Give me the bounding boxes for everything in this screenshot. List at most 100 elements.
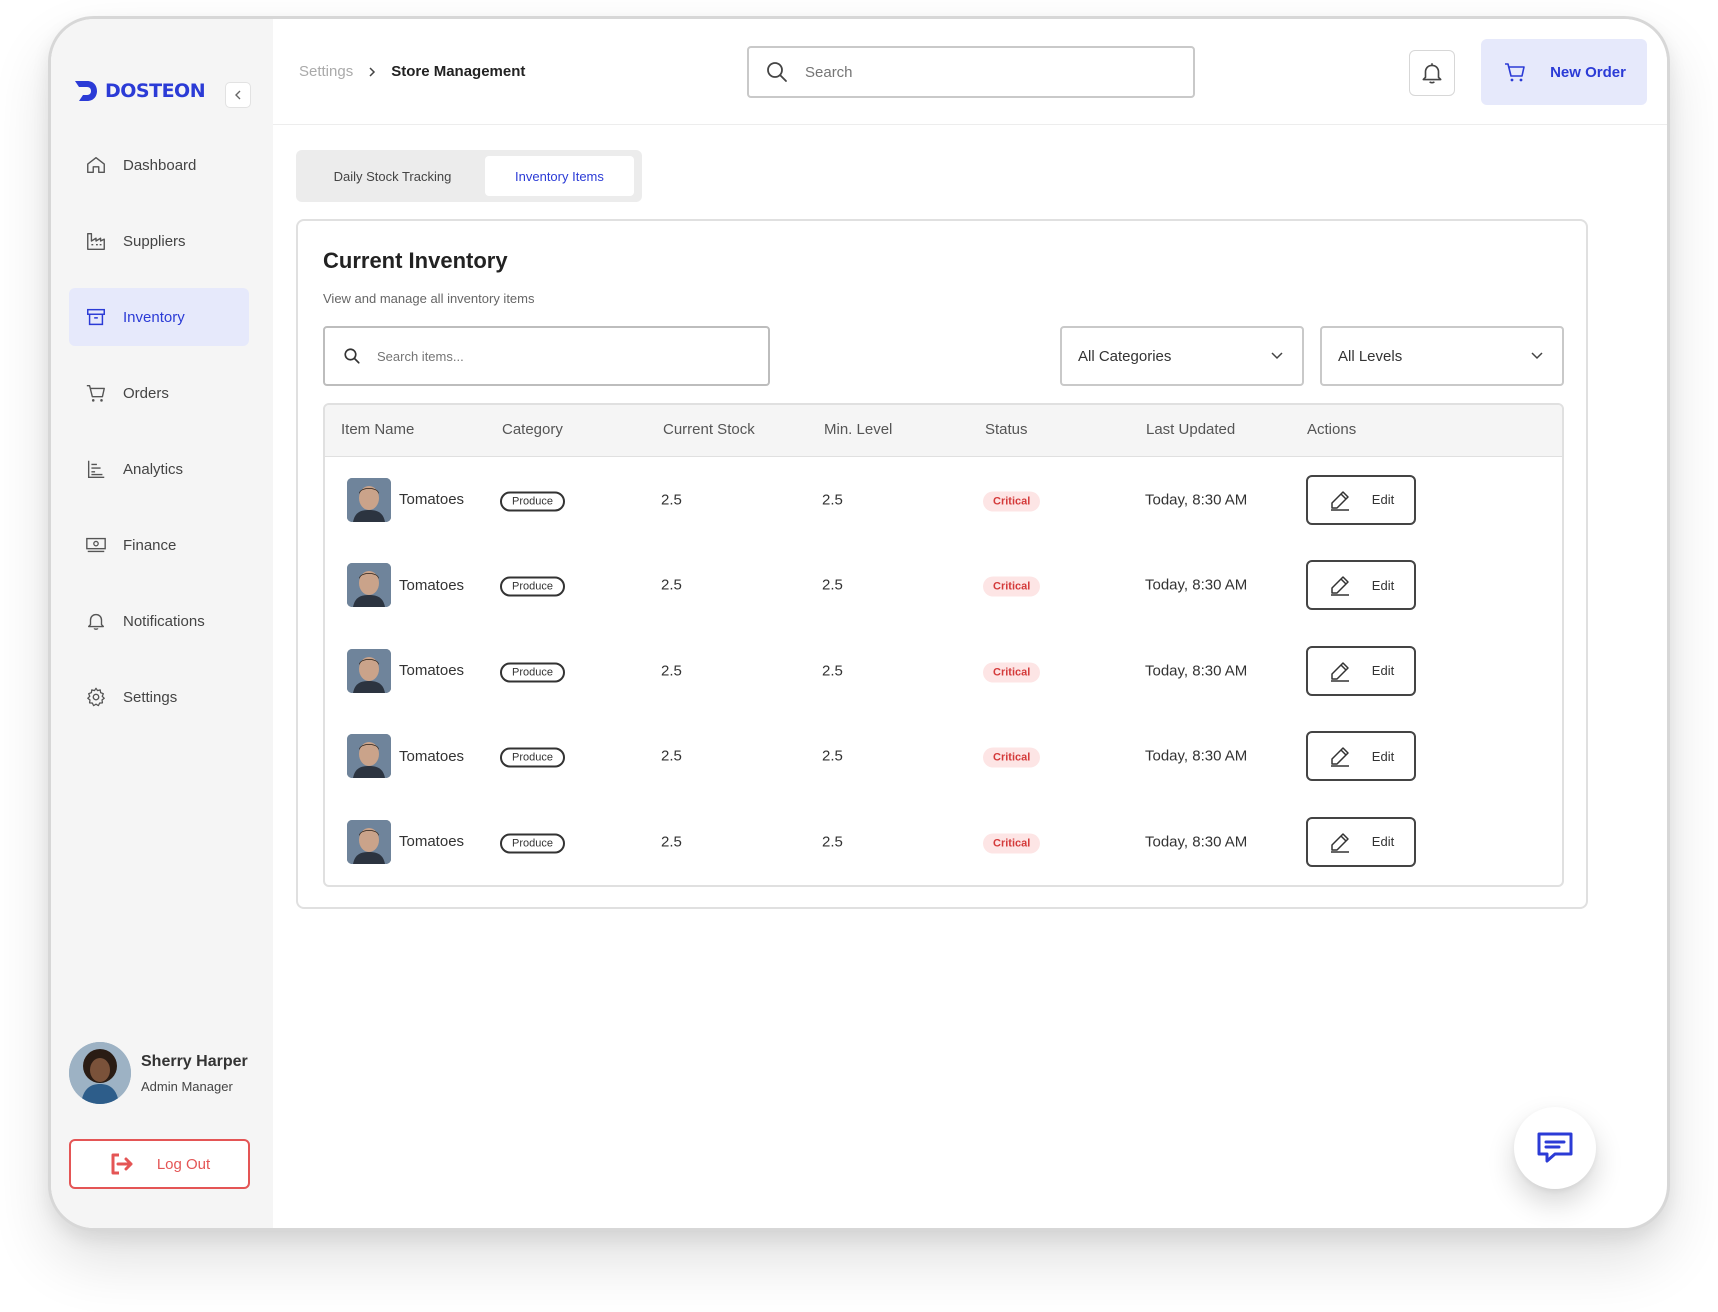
min-level: 2.5 bbox=[822, 576, 843, 594]
sidebar-item-orders[interactable]: Orders bbox=[69, 364, 249, 422]
table-row[interactable]: Tomatoes Produce 2.5 2.5 Critical Today,… bbox=[325, 543, 1562, 629]
status-badge: Critical bbox=[983, 662, 1041, 683]
status-badge: Critical bbox=[983, 491, 1041, 512]
archive-box-icon bbox=[87, 308, 105, 326]
level-filter-select[interactable]: All Levels bbox=[1320, 326, 1564, 386]
edit-button[interactable]: Edit bbox=[1306, 474, 1416, 525]
actions-cell: Edit bbox=[1306, 645, 1416, 696]
search-icon bbox=[767, 62, 787, 82]
sidebar-item-label: Orders bbox=[123, 384, 169, 402]
inventory-card: Current Inventory View and manage all in… bbox=[296, 219, 1588, 909]
chevron-down-icon bbox=[1271, 352, 1283, 360]
sidebar-item-suppliers[interactable]: Suppliers bbox=[69, 212, 249, 270]
sidebar-item-label: Finance bbox=[123, 536, 177, 554]
global-search-input[interactable] bbox=[805, 63, 1165, 81]
level-filter-value: All Levels bbox=[1338, 347, 1403, 365]
table-row[interactable]: Tomatoes Produce 2.5 2.5 Critical Today,… bbox=[325, 457, 1562, 543]
item-name: Tomatoes bbox=[399, 662, 465, 680]
column-header-current-stock[interactable]: Current Stock bbox=[663, 421, 755, 438]
factory-icon bbox=[87, 232, 105, 250]
cart-icon bbox=[86, 384, 105, 402]
actions-cell: Edit bbox=[1306, 731, 1416, 782]
category-filter-select[interactable]: All Categories bbox=[1060, 326, 1304, 386]
global-search[interactable] bbox=[747, 46, 1195, 98]
table-row[interactable]: Tomatoes Produce 2.5 2.5 Critical Today,… bbox=[325, 628, 1562, 714]
last-updated: Today, 8:30 AM bbox=[1145, 576, 1248, 594]
notifications-button[interactable] bbox=[1409, 50, 1455, 96]
user-profile[interactable]: Sherry Harper Admin Manager bbox=[69, 1042, 248, 1104]
brand-logo[interactable]: DOSTEON bbox=[73, 79, 206, 103]
edit-label: Edit bbox=[1371, 834, 1395, 850]
sidebar-item-analytics[interactable]: Analytics bbox=[69, 440, 249, 498]
edit-button[interactable]: Edit bbox=[1306, 731, 1416, 782]
column-header-last-updated[interactable]: Last Updated bbox=[1146, 421, 1235, 438]
sidebar-item-finance[interactable]: Finance bbox=[69, 516, 249, 574]
sidebar-nav: Dashboard Suppliers Inventory Orders Ana… bbox=[69, 136, 249, 744]
item-thumbnail bbox=[347, 734, 391, 779]
column-header-status[interactable]: Status bbox=[985, 421, 1028, 438]
bar-chart-icon bbox=[87, 460, 105, 478]
search-icon bbox=[344, 348, 360, 364]
last-updated: Today, 8:30 AM bbox=[1145, 662, 1248, 680]
logout-button[interactable]: Log Out bbox=[69, 1139, 250, 1189]
new-order-button[interactable]: New Order bbox=[1481, 39, 1647, 105]
collapse-sidebar-button[interactable] bbox=[225, 82, 251, 108]
sidebar-item-dashboard[interactable]: Dashboard bbox=[69, 136, 249, 194]
person-photo-icon bbox=[347, 563, 391, 608]
table-header: Item Name Category Current Stock Min. Le… bbox=[325, 405, 1562, 457]
new-order-label: New Order bbox=[1550, 63, 1626, 81]
category-badge: Produce bbox=[500, 662, 565, 683]
person-photo-icon bbox=[347, 648, 391, 693]
status-cell: Critical bbox=[983, 662, 1041, 683]
sidebar-item-inventory[interactable]: Inventory bbox=[69, 288, 249, 346]
tab-inventory-items[interactable]: Inventory Items bbox=[484, 156, 634, 196]
breadcrumb: Settings Store Management bbox=[299, 63, 525, 80]
logo-mark-icon bbox=[75, 81, 97, 101]
status-cell: Critical bbox=[983, 491, 1041, 512]
actions-cell: Edit bbox=[1306, 816, 1416, 867]
edit-label: Edit bbox=[1371, 492, 1395, 508]
category-cell: Produce bbox=[500, 833, 565, 854]
edit-button[interactable]: Edit bbox=[1306, 816, 1416, 867]
pencil-icon bbox=[1330, 662, 1349, 682]
item-name: Tomatoes bbox=[399, 747, 465, 765]
person-photo-icon bbox=[347, 734, 391, 779]
table-row[interactable]: Tomatoes Produce 2.5 2.5 Critical Today,… bbox=[325, 714, 1562, 800]
category-badge: Produce bbox=[500, 833, 565, 854]
sidebar-item-notifications[interactable]: Notifications bbox=[69, 592, 249, 650]
current-stock: 2.5 bbox=[661, 662, 682, 680]
current-stock: 2.5 bbox=[661, 576, 682, 594]
logout-label: Log Out bbox=[156, 1155, 211, 1173]
chat-support-button[interactable] bbox=[1514, 1107, 1596, 1189]
sidebar-item-label: Dashboard bbox=[123, 156, 197, 174]
sidebar-item-settings[interactable]: Settings bbox=[69, 668, 249, 726]
person-avatar-icon bbox=[69, 1042, 131, 1104]
column-header-actions: Actions bbox=[1307, 421, 1357, 438]
item-search[interactable] bbox=[323, 326, 770, 386]
bell-icon bbox=[1422, 63, 1442, 84]
edit-label: Edit bbox=[1371, 577, 1395, 593]
column-header-item-name[interactable]: Item Name bbox=[341, 421, 414, 438]
table-row[interactable]: Tomatoes Produce 2.5 2.5 Critical Today,… bbox=[325, 799, 1562, 885]
edit-button[interactable]: Edit bbox=[1306, 560, 1416, 611]
app-window: DOSTEON Dashboard Suppliers Inventory Or… bbox=[48, 16, 1670, 1231]
top-header: Settings Store Management New Order bbox=[273, 19, 1667, 125]
edit-label: Edit bbox=[1371, 748, 1395, 764]
min-level: 2.5 bbox=[822, 491, 843, 509]
category-cell: Produce bbox=[500, 662, 565, 683]
tab-daily-stock-tracking[interactable]: Daily Stock Tracking bbox=[304, 156, 481, 196]
pencil-icon bbox=[1330, 833, 1349, 853]
breadcrumb-parent[interactable]: Settings bbox=[299, 63, 353, 80]
column-header-category[interactable]: Category bbox=[502, 421, 563, 438]
item-name-cell: Tomatoes bbox=[347, 477, 464, 522]
column-header-min-level[interactable]: Min. Level bbox=[824, 421, 892, 438]
pencil-icon bbox=[1330, 576, 1349, 596]
sidebar-item-label: Notifications bbox=[123, 612, 205, 630]
sidebar-item-label: Suppliers bbox=[123, 232, 186, 250]
item-thumbnail bbox=[347, 477, 391, 522]
status-cell: Critical bbox=[983, 833, 1041, 854]
inventory-table: Item Name Category Current Stock Min. Le… bbox=[323, 403, 1564, 887]
edit-button[interactable]: Edit bbox=[1306, 645, 1416, 696]
item-search-input[interactable] bbox=[377, 348, 757, 364]
category-cell: Produce bbox=[500, 491, 565, 512]
